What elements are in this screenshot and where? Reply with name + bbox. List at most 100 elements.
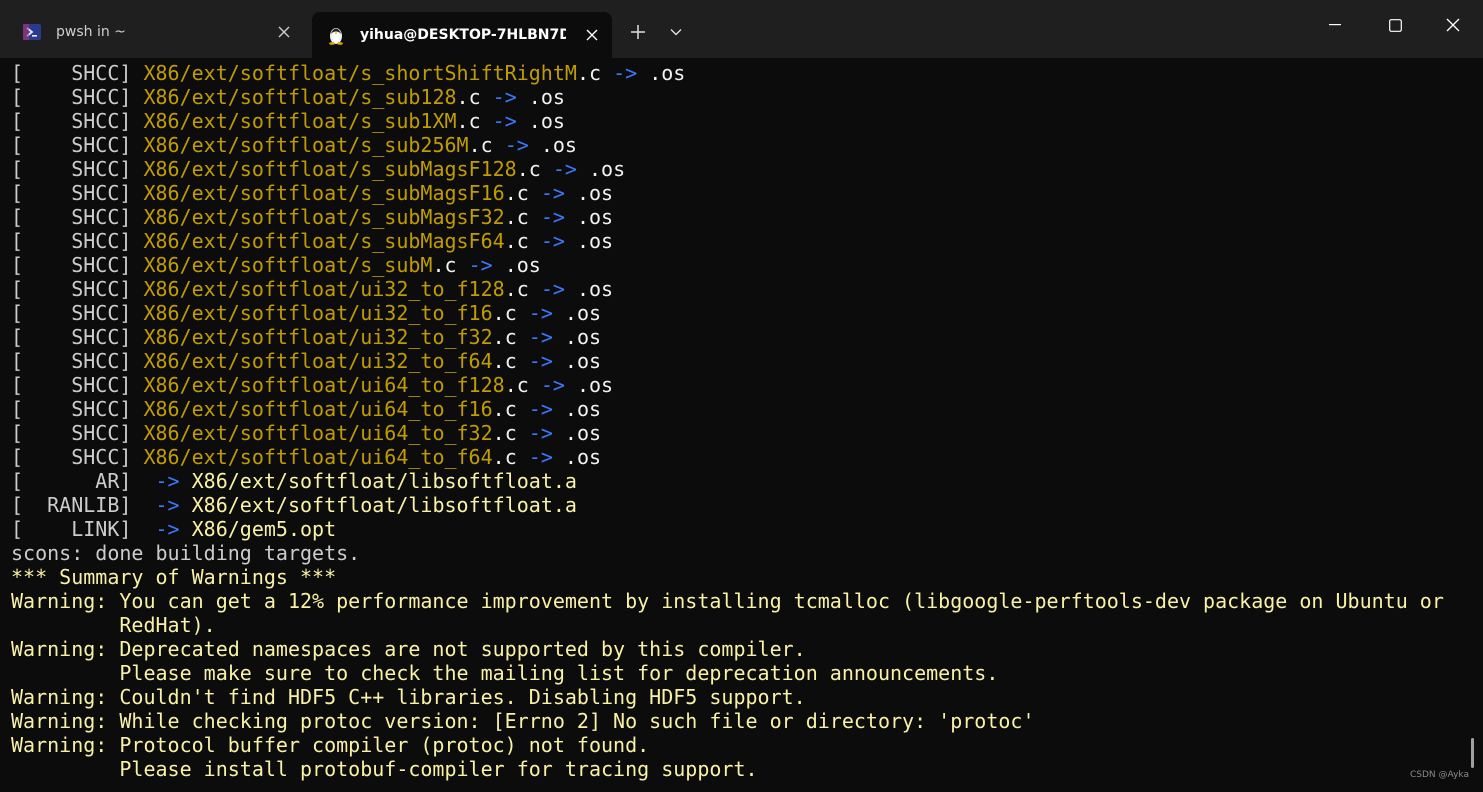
warning-line: Warning: Protocol buffer compiler (proto… xyxy=(11,733,1461,757)
tool-tag: [ SHCC] xyxy=(11,445,144,469)
build-line: [ SHCC] X86/ext/softfloat/s_subMagsF128.… xyxy=(11,157,1461,181)
arrow: -> xyxy=(516,349,565,373)
build-line: [ SHCC] X86/ext/softfloat/s_sub256M.c ->… xyxy=(11,133,1461,157)
build-line: [ SHCC] X86/ext/softfloat/ui32_to_f128.c… xyxy=(11,277,1461,301)
source-path: X86/ext/softfloat/s_subMagsF16 xyxy=(143,181,505,205)
source-path: X86/ext/softfloat/s_subMagsF32 xyxy=(143,205,505,229)
tool-tag: [ SHCC] xyxy=(11,85,144,109)
arrow: -> xyxy=(528,205,577,229)
tab-dropdown-button[interactable] xyxy=(662,18,690,46)
link-line: [ RANLIB] -> X86/ext/softfloat/libsoftfl… xyxy=(11,493,1461,517)
minimize-icon xyxy=(1329,24,1341,26)
arrow: -> xyxy=(516,301,565,325)
terminal-output[interactable]: [ SHCC] X86/ext/softfloat/s_shortShiftRi… xyxy=(11,61,1461,785)
warning-line: RedHat). xyxy=(11,613,1461,637)
build-line: [ SHCC] X86/ext/softfloat/s_sub1XM.c -> … xyxy=(11,109,1461,133)
output-ext: .os xyxy=(649,61,686,85)
close-tab-icon[interactable] xyxy=(584,27,600,43)
output-ext: .os xyxy=(564,421,602,445)
warning-text: Warning: Deprecated namespaces are not s… xyxy=(11,637,806,661)
source-path: X86/ext/softfloat/ui64_to_f32 xyxy=(143,421,493,445)
source-ext: .c xyxy=(516,157,541,181)
build-line: [ SHCC] X86/ext/softfloat/ui64_to_f16.c … xyxy=(11,397,1461,421)
plus-icon xyxy=(631,25,645,39)
build-line: [ SHCC] X86/ext/softfloat/ui32_to_f64.c … xyxy=(11,349,1461,373)
close-window-button[interactable] xyxy=(1424,0,1482,50)
warning-text: Warning: You can get a 12% performance i… xyxy=(11,589,1444,613)
source-ext: .c xyxy=(504,373,529,397)
tab-ubuntu[interactable]: yihua@DESKTOP-7HLBN7D: / xyxy=(312,12,612,58)
warning-text: Please install protobuf-compiler for tra… xyxy=(11,757,758,781)
build-line: [ SHCC] X86/ext/softfloat/s_subMagsF16.c… xyxy=(11,181,1461,205)
output-ext: .os xyxy=(504,253,541,277)
build-line: [ SHCC] X86/ext/softfloat/ui64_to_f32.c … xyxy=(11,421,1461,445)
arrow: -> xyxy=(516,445,565,469)
arrow: -> xyxy=(528,229,577,253)
close-tab-icon[interactable] xyxy=(276,24,292,40)
arrow: -> xyxy=(456,253,505,277)
source-path: X86/ext/softfloat/ui64_to_f16 xyxy=(143,397,493,421)
new-tab-button[interactable] xyxy=(624,18,652,46)
source-ext: .c xyxy=(456,85,481,109)
source-ext: .c xyxy=(492,445,517,469)
tool-tag: [ SHCC] xyxy=(11,109,144,133)
source-ext: .c xyxy=(492,397,517,421)
source-ext: .c xyxy=(492,325,517,349)
output-ext: .os xyxy=(564,397,602,421)
warning-text: Please make sure to check the mailing li… xyxy=(11,661,999,685)
warning-text: Warning: Couldn't find HDF5 C++ librarie… xyxy=(11,685,806,709)
tool-tag: [ SHCC] xyxy=(11,205,144,229)
arrow: -> xyxy=(528,181,577,205)
arrow: -> xyxy=(143,517,192,541)
output-ext: .os xyxy=(576,229,614,253)
arrow: -> xyxy=(516,421,565,445)
output-ext: .os xyxy=(576,277,614,301)
tool-tag: [ SHCC] xyxy=(11,349,144,373)
tool-tag: [ SHCC] xyxy=(11,421,144,445)
powershell-icon xyxy=(22,22,42,42)
tool-tag: [ AR] xyxy=(11,469,144,493)
build-line: [ SHCC] X86/ext/softfloat/s_subMagsF32.c… xyxy=(11,205,1461,229)
build-line: [ SHCC] X86/ext/softfloat/ui64_to_f128.c… xyxy=(11,373,1461,397)
source-path: X86/ext/softfloat/ui64_to_f128 xyxy=(143,373,505,397)
link-line: [ AR] -> X86/ext/softfloat/libsoftfloat.… xyxy=(11,469,1461,493)
maximize-button[interactable] xyxy=(1366,0,1424,50)
tool-tag: [ SHCC] xyxy=(11,253,144,277)
minimize-button[interactable] xyxy=(1306,0,1364,50)
source-path: X86/ext/softfloat/s_subMagsF128 xyxy=(143,157,517,181)
arrow: -> xyxy=(480,85,529,109)
output-ext: .os xyxy=(576,205,614,229)
warning-line: Warning: Deprecated namespaces are not s… xyxy=(11,637,1461,661)
arrow: -> xyxy=(480,109,529,133)
tab-title: yihua@DESKTOP-7HLBN7D: / xyxy=(360,27,566,43)
done-text: scons: done building targets. xyxy=(11,541,361,565)
build-line: [ SHCC] X86/ext/softfloat/s_subMagsF64.c… xyxy=(11,229,1461,253)
terminal-window: pwsh in ~ yihua@DESKTOP-7HLBN7D: / [SHC… xyxy=(0,0,1483,792)
arrow: -> xyxy=(143,493,192,517)
tool-tag: [ RANLIB] xyxy=(11,493,144,517)
arrow: -> xyxy=(601,61,650,85)
tab-pwsh[interactable]: pwsh in ~ xyxy=(8,12,304,52)
build-line: [ SHCC] X86/ext/softfloat/ui32_to_f32.c … xyxy=(11,325,1461,349)
tool-tag: [ SHCC] xyxy=(11,301,144,325)
warning-line: Warning: While checking protoc version: … xyxy=(11,709,1461,733)
source-ext: .c xyxy=(456,109,481,133)
source-ext: .c xyxy=(504,229,529,253)
warning-line: *** Summary of Warnings *** xyxy=(11,565,1461,589)
tab-bar: pwsh in ~ yihua@DESKTOP-7HLBN7D: / xyxy=(0,0,1483,58)
source-path: X86/ext/softfloat/ui32_to_f64 xyxy=(143,349,493,373)
output-ext: .os xyxy=(540,133,577,157)
source-ext: .c xyxy=(504,205,529,229)
scrollbar-thumb[interactable] xyxy=(1471,738,1474,768)
warning-line: Please make sure to check the mailing li… xyxy=(11,661,1461,685)
tab-title: pwsh in ~ xyxy=(56,24,126,40)
link-line: [ LINK] -> X86/gem5.opt xyxy=(11,517,1461,541)
arrow: -> xyxy=(143,469,192,493)
tool-tag: [ SHCC] xyxy=(11,157,144,181)
build-line: [ SHCC] X86/ext/softfloat/s_subM.c -> .o… xyxy=(11,253,1461,277)
linux-penguin-icon xyxy=(326,25,346,45)
source-path: X86/ext/softfloat/ui32_to_f128 xyxy=(143,277,505,301)
output-ext: .os xyxy=(528,85,565,109)
warning-text: RedHat). xyxy=(11,613,216,637)
output-ext: .os xyxy=(564,301,602,325)
